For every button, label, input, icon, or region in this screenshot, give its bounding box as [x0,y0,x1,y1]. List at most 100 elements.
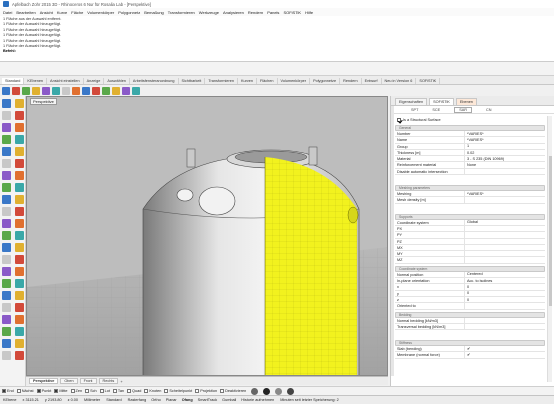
palette-tool-icon[interactable] [2,315,11,324]
toolbar-tool-icon[interactable] [52,86,60,95]
display-mode-dot[interactable] [263,387,271,395]
osnap-option[interactable]: Tan [112,389,124,393]
ribbon-tab[interactable]: Ansicht einstellen [47,78,84,84]
osnap-checkbox[interactable] [127,389,132,393]
menu-item[interactable]: Datei [3,10,12,15]
osnap-checkbox[interactable] [85,389,90,393]
status-toggle[interactable]: Ortho [151,398,161,402]
palette-tool-icon[interactable] [2,255,11,264]
palette-tool-icon[interactable] [15,183,24,192]
palette-tool-icon[interactable] [15,315,24,324]
status-toggle[interactable]: Historie aufnehmen [241,398,274,402]
menu-item[interactable]: Bemaßung [144,10,164,15]
palette-tool-icon[interactable] [15,99,24,108]
toolbar-tool-icon[interactable] [112,86,120,95]
palette-tool-icon[interactable] [15,207,24,216]
palette-tool-icon[interactable] [15,123,24,132]
palette-tool-icon[interactable] [2,147,11,156]
palette-tool-icon[interactable] [2,99,11,108]
palette-tool-icon[interactable] [15,327,24,336]
palette-tool-icon[interactable] [15,159,24,168]
status-toggle[interactable]: SmartTrack [198,398,217,402]
subtab-cn[interactable]: CN [486,108,491,112]
toolbar-tool-icon[interactable] [12,86,20,95]
osnap-checkbox[interactable] [16,389,21,393]
property-value[interactable] [465,226,545,231]
property-value[interactable]: 0 [465,284,545,289]
ribbon-tab[interactable]: Kurven [238,78,257,84]
view-tab[interactable]: Front [79,378,97,384]
toolbar-tool-icon[interactable] [22,86,30,95]
toolbar-tool-icon[interactable] [2,86,10,95]
osnap-checkbox[interactable] [195,389,200,393]
status-layer[interactable]: Standard [106,398,121,402]
palette-tool-icon[interactable] [2,159,11,168]
menu-item[interactable]: Transformieren [168,10,195,15]
palette-tool-icon[interactable] [2,231,11,240]
display-mode-dot[interactable] [287,387,295,395]
menu-item[interactable]: Werkzeuge [199,10,219,15]
osnap-checkbox[interactable] [70,389,75,393]
palette-tool-icon[interactable] [2,123,11,132]
add-view-tab-button[interactable]: + [120,379,122,384]
property-value[interactable]: Acc. to isolines [465,278,545,283]
osnap-option[interactable]: Sch [85,389,97,393]
menu-item[interactable]: SOFiSTiK [283,10,301,15]
structural-surface-checkbox[interactable] [397,117,401,122]
property-value[interactable] [465,169,545,174]
palette-tool-icon[interactable] [15,243,24,252]
palette-tool-icon[interactable] [2,243,11,252]
tab-sofistik[interactable]: SOFiSTiK [429,98,454,105]
palette-tool-icon[interactable] [2,183,11,192]
toolbar-tool-icon[interactable] [122,86,130,95]
ribbon-tab[interactable]: Arbeitsfensteranordnung [130,78,179,84]
ribbon-tab[interactable]: Standard [2,78,25,84]
ribbon-tab[interactable]: Volumenkörper [278,78,311,84]
ribbon-tab[interactable]: Neu in Version 6 [382,78,417,84]
palette-tool-icon[interactable] [2,135,11,144]
menu-item[interactable]: Fläche [71,10,83,15]
palette-tool-icon[interactable] [15,231,24,240]
palette-tool-icon[interactable] [15,147,24,156]
tab-properties[interactable]: Eigenschaften [395,98,428,105]
ribbon-tab[interactable]: Polygonnetze [310,78,341,84]
viewport-scene[interactable] [27,97,388,376]
status-unit[interactable]: Millimeter [84,398,100,402]
property-value[interactable] [465,303,545,308]
menu-item[interactable]: Hilfe [305,10,313,15]
palette-tool-icon[interactable] [2,303,11,312]
ribbon-tab[interactable]: Anzeige [84,78,105,84]
property-value[interactable]: Global [465,220,545,225]
menu-item[interactable]: Polygonnetz [118,10,140,15]
property-value[interactable] [465,232,545,237]
property-value[interactable]: 0 [465,297,545,302]
osnap-checkbox[interactable] [112,389,117,393]
menu-item[interactable]: Bearbeiten [16,10,35,15]
osnap-checkbox[interactable] [164,389,169,393]
property-value[interactable]: None [465,162,545,167]
property-value[interactable]: Centered [465,272,545,277]
palette-tool-icon[interactable] [2,267,11,276]
property-value[interactable]: *VARIES* [465,131,545,136]
palette-tool-icon[interactable] [15,291,24,300]
property-value[interactable] [465,239,545,244]
ribbon-tab[interactable]: Rendern [340,78,362,84]
palette-tool-icon[interactable] [15,303,24,312]
menu-item[interactable]: Analysieren [223,10,244,15]
status-toggle[interactable]: Gumball [222,398,236,402]
panel-scrollbar[interactable] [547,116,552,382]
property-value[interactable] [465,318,545,323]
menu-item[interactable]: Kurve [57,10,67,15]
property-value[interactable]: 1 [465,144,545,149]
view-tab[interactable]: Oben [60,378,78,384]
ribbon-tab[interactable]: Transformieren [205,78,238,84]
osnap-checkbox[interactable] [99,389,104,393]
ribbon-tab[interactable]: Entwurf [362,78,382,84]
ribbon-tab[interactable]: Flächen [257,78,278,84]
property-value[interactable] [465,257,545,262]
command-input-strip[interactable] [0,62,554,76]
palette-tool-icon[interactable] [2,327,11,336]
property-value[interactable] [465,324,545,329]
palette-tool-icon[interactable] [2,207,11,216]
tab-layers[interactable]: Ebenen [455,98,477,105]
